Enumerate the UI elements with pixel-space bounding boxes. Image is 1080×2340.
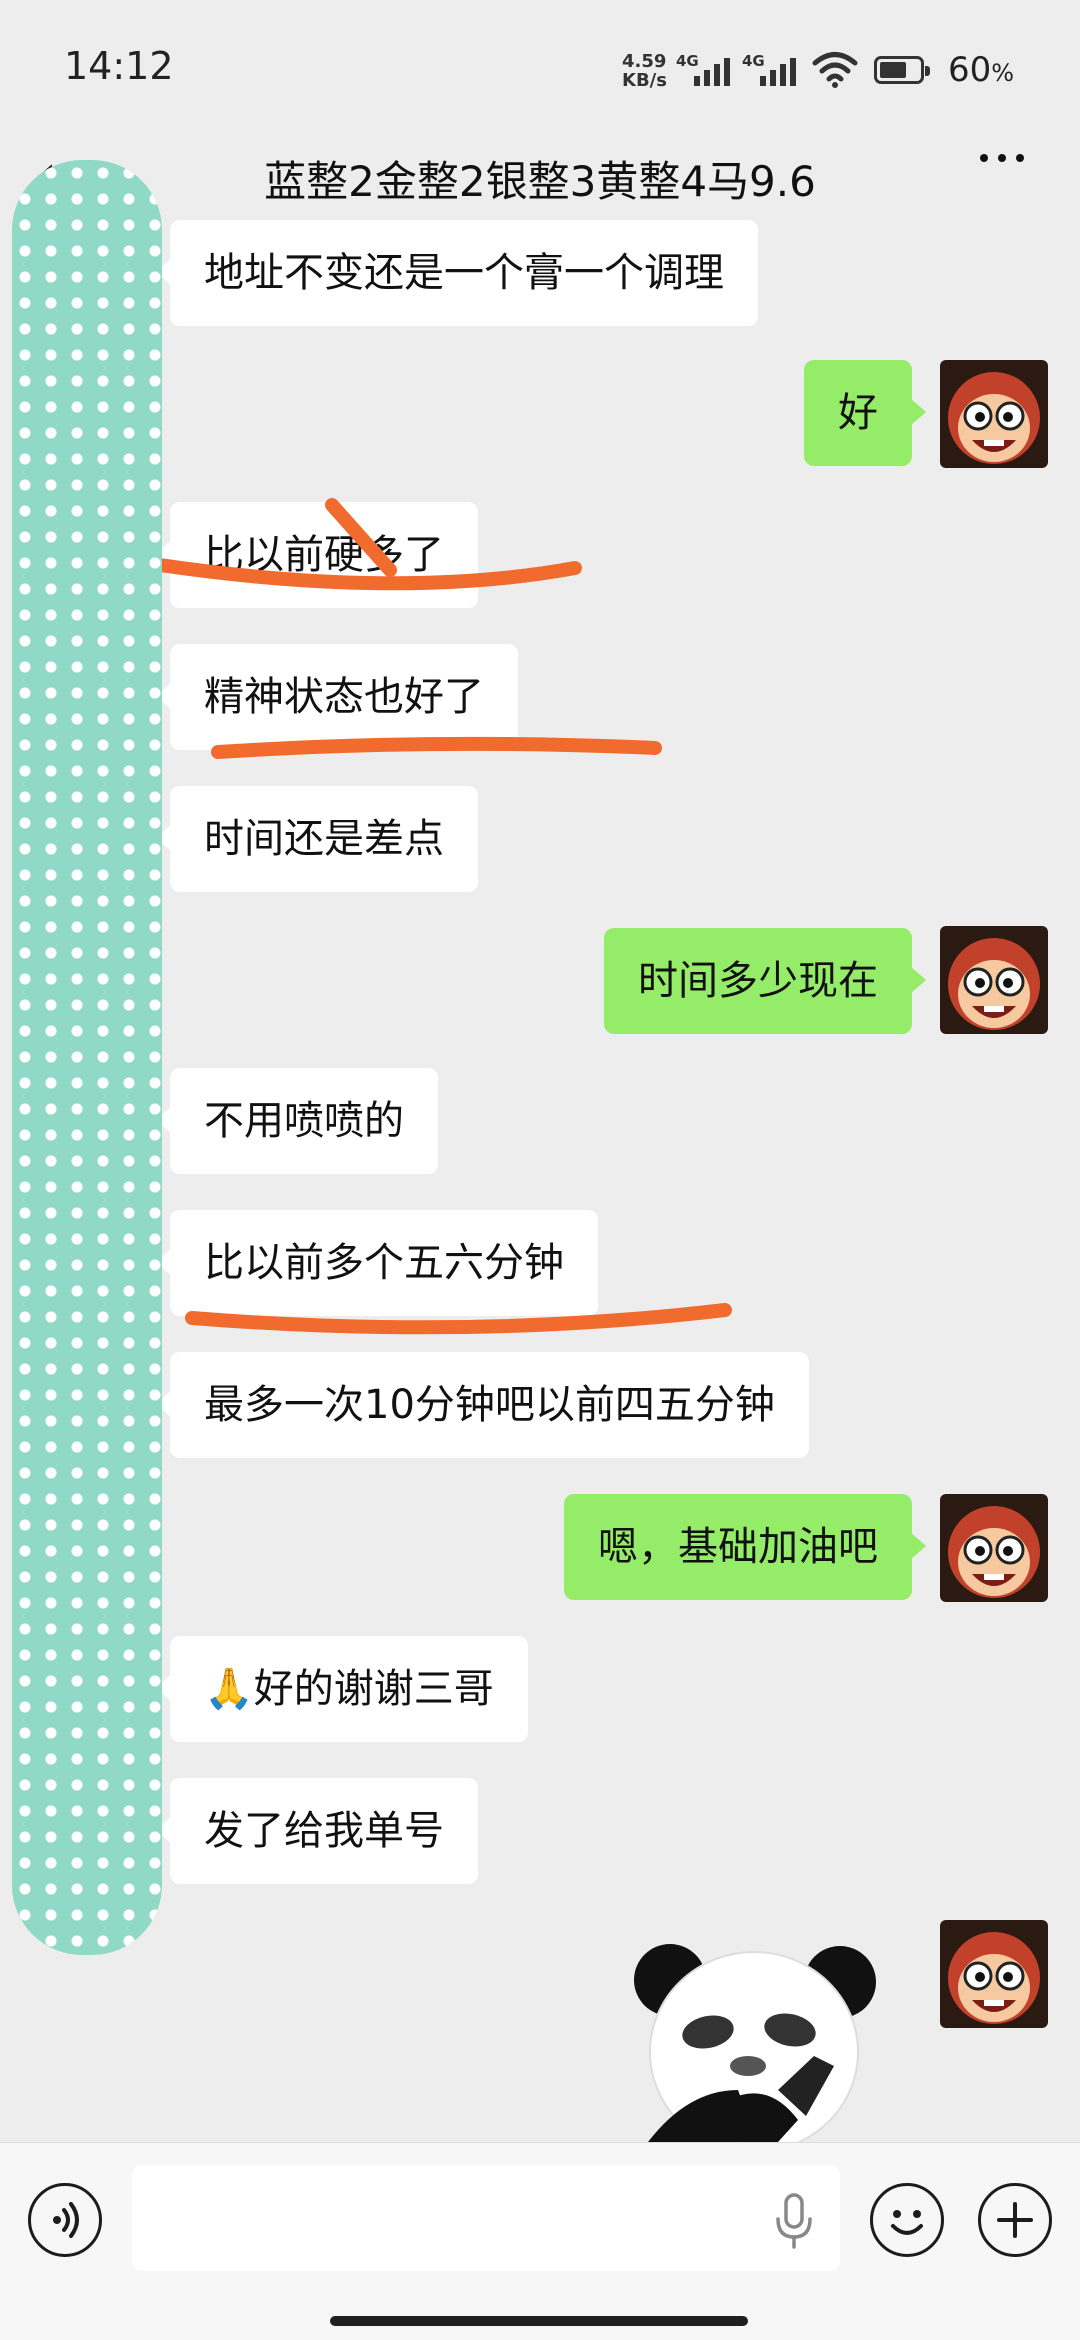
avatar[interactable] <box>940 926 1048 1034</box>
microphone-icon[interactable] <box>772 2191 816 2251</box>
message-incoming[interactable]: 比以前多个五六分钟 <box>156 1210 598 1316</box>
plus-icon[interactable] <box>978 2183 1052 2257</box>
message-incoming[interactable]: 精神状态也好了 <box>156 644 518 750</box>
message-outgoing[interactable]: 嗯，基础加油吧 <box>564 1494 926 1600</box>
voice-icon[interactable] <box>28 2183 102 2257</box>
message-incoming[interactable]: 🙏好的谢谢三哥 <box>156 1636 528 1742</box>
battery-percent: 60% <box>948 50 1015 90</box>
status-time: 14:12 <box>64 44 174 88</box>
message-incoming[interactable]: 发了给我单号 <box>156 1778 478 1884</box>
battery-icon <box>874 56 930 84</box>
net-speed: 4.59 KB/s <box>622 52 667 90</box>
emoji-icon[interactable] <box>870 2183 944 2257</box>
net-speed-unit: KB/s <box>622 70 667 91</box>
avatar[interactable] <box>940 1494 1048 1602</box>
signal-icon <box>760 56 796 86</box>
message-incoming[interactable]: 地址不变还是一个膏一个调理 <box>156 220 758 326</box>
net-speed-value: 4.59 <box>622 51 667 72</box>
avatar[interactable] <box>940 1920 1048 2028</box>
message-outgoing[interactable]: 时间多少现在 <box>604 928 926 1034</box>
annotation-strokes <box>153 498 732 1335</box>
input-bar <box>0 2142 1080 2340</box>
chat-title: 蓝整2金整2银整3黄整4马9.6 <box>264 157 816 206</box>
censor-overlay <box>12 160 162 1955</box>
message-outgoing[interactable]: 好 <box>804 360 926 466</box>
message-incoming[interactable]: 比以前硬多了 <box>156 502 478 608</box>
wifi-icon <box>812 52 858 88</box>
avatar[interactable] <box>940 360 1048 468</box>
panda-sticker[interactable] <box>628 1940 878 2142</box>
message-incoming[interactable]: 最多一次10分钟吧以前四五分钟 <box>156 1352 809 1458</box>
message-input[interactable] <box>132 2165 840 2271</box>
message-incoming[interactable]: 不用喷喷的 <box>156 1068 438 1174</box>
chat-header: ‹ 蓝整2金整2银整3黄整4马9.6 <box>0 140 1080 216</box>
more-icon[interactable] <box>980 154 1024 162</box>
status-bar: 14:12 4.59 KB/s 4G 4G 60% <box>0 0 1080 140</box>
signal-icon <box>694 56 730 86</box>
message-incoming[interactable]: 时间还是差点 <box>156 786 478 892</box>
home-indicator[interactable] <box>330 2316 748 2326</box>
